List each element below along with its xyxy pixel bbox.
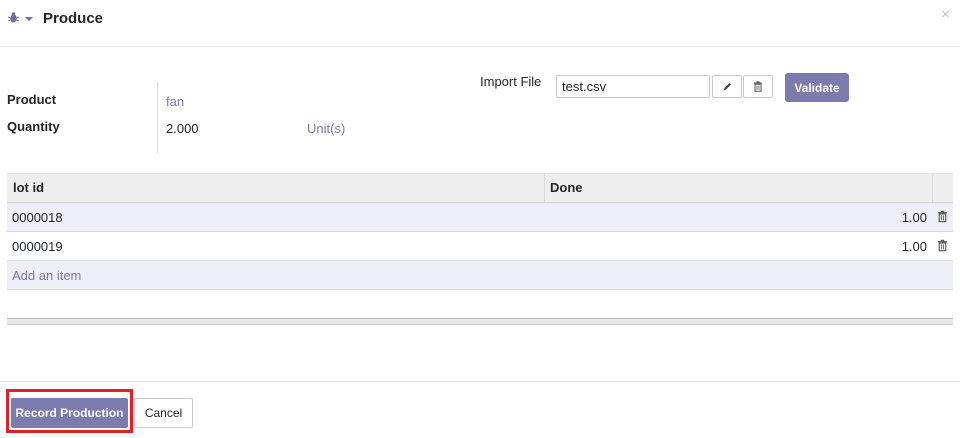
column-header-lot-id[interactable]: lot id: [13, 180, 44, 195]
horizontal-scrollbar[interactable]: [7, 318, 953, 325]
caret-down-icon[interactable]: [25, 17, 33, 21]
lot-id-cell[interactable]: 0000019: [12, 239, 63, 254]
lot-id-cell[interactable]: 0000018: [12, 210, 63, 225]
dialog-title: Produce: [43, 10, 104, 27]
pencil-icon: [723, 83, 731, 91]
done-cell[interactable]: 1.00: [902, 239, 927, 254]
column-header-done[interactable]: Done: [550, 180, 583, 195]
trash-icon[interactable]: [937, 210, 948, 223]
cancel-button[interactable]: Cancel: [134, 398, 193, 428]
lots-table: lot id Done 0000018 1.00 0000019 1.00 Ad…: [7, 173, 953, 290]
bug-icon[interactable]: [7, 11, 20, 24]
field-divider: [157, 82, 158, 153]
table-row[interactable]: 0000018 1.00: [7, 203, 953, 232]
import-file-input[interactable]: test.csv: [556, 75, 710, 98]
close-icon[interactable]: ×: [941, 7, 950, 22]
import-file-label: Import File: [480, 74, 542, 89]
quantity-value[interactable]: 2.000: [166, 121, 199, 136]
product-link[interactable]: fan: [166, 94, 184, 109]
dialog-header: Produce ×: [0, 0, 960, 47]
column-divider: [544, 174, 545, 202]
delete-file-button[interactable]: [743, 75, 773, 98]
table-row[interactable]: 0000019 1.00: [7, 232, 953, 261]
trash-icon: [754, 81, 762, 92]
trash-icon[interactable]: [937, 239, 948, 252]
quantity-label: Quantity: [7, 119, 60, 134]
add-item-link[interactable]: Add an item: [12, 268, 81, 283]
uom-link[interactable]: Unit(s): [307, 121, 345, 136]
add-item-row: Add an item: [7, 261, 953, 290]
done-cell[interactable]: 1.00: [902, 210, 927, 225]
record-production-button[interactable]: Record Production: [11, 398, 128, 428]
validate-button[interactable]: Validate: [785, 73, 849, 102]
product-label: Product: [7, 92, 57, 107]
column-divider: [932, 174, 933, 202]
table-header: lot id Done: [7, 173, 953, 203]
edit-file-button[interactable]: [712, 75, 742, 98]
